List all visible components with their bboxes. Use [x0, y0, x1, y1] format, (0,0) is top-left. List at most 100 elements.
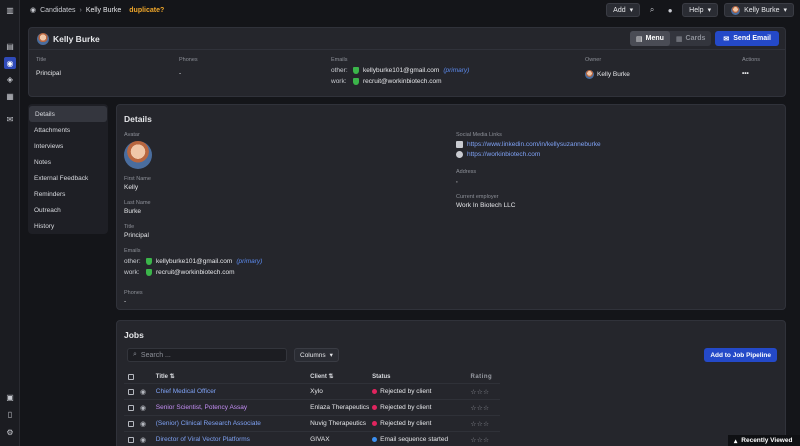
phones-field: Phones -: [124, 290, 143, 305]
reports-icon[interactable]: ▣: [4, 391, 16, 403]
user-name: Kelly Burke: [744, 6, 780, 14]
nav-external-feedback[interactable]: External Feedback: [28, 170, 108, 186]
add-button[interactable]: Add ▾: [606, 3, 641, 17]
email-address[interactable]: kellyburke101@gmail.com: [363, 67, 439, 74]
top-bar: ◉ Candidates › Kelly Burke duplicate? Ad…: [20, 0, 800, 20]
search-icon[interactable]: ⌕: [646, 3, 658, 17]
job-title-link[interactable]: (Senior) Clinical Research Associate: [156, 420, 310, 427]
nav-interviews[interactable]: Interviews: [28, 138, 108, 154]
eye-icon[interactable]: ◉: [140, 436, 150, 444]
rating-stars[interactable]: ☆☆☆: [471, 388, 501, 396]
bell-icon[interactable]: ●: [664, 3, 676, 17]
breadcrumb-candidates[interactable]: Candidates: [40, 7, 75, 14]
nav-attachments[interactable]: Attachments: [28, 122, 108, 138]
eye-icon[interactable]: ◉: [140, 404, 150, 412]
email-kind: other:: [124, 258, 141, 265]
calendar-icon[interactable]: ▦: [4, 90, 16, 102]
title-field: Title Principal: [124, 224, 149, 239]
chevron-down-icon: ▾: [329, 352, 333, 359]
phones-column: Phones -: [179, 57, 198, 77]
avatar-field: Avatar: [124, 132, 152, 169]
docs-icon[interactable]: ▯: [4, 408, 16, 420]
email-row: other: kellyburke101@gmail.com (primary): [124, 258, 262, 265]
chevron-down-icon: ▾: [629, 7, 634, 14]
jobs-search-input[interactable]: ⌕ Search ...: [127, 348, 287, 362]
email-address[interactable]: recruit@workinbiotech.com: [363, 78, 442, 85]
nav-outreach[interactable]: Outreach: [28, 202, 108, 218]
rating-stars[interactable]: ☆☆☆: [471, 404, 501, 412]
last-name-label: Last Name: [124, 200, 151, 206]
recently-viewed-button[interactable]: ▴ Recently Viewed: [728, 435, 800, 446]
details-heading: Details: [124, 114, 152, 124]
row-checkbox[interactable]: [128, 420, 134, 427]
nav-history[interactable]: History: [28, 218, 108, 234]
more-actions-icon[interactable]: •••: [742, 70, 760, 77]
job-title-link[interactable]: Director of Viral Vector Platforms: [156, 436, 310, 443]
verified-shield-icon: [146, 258, 152, 265]
avatar[interactable]: [124, 141, 152, 169]
job-title-link[interactable]: Chief Medical Officer: [156, 388, 310, 395]
job-status[interactable]: Rejected by client: [372, 388, 470, 395]
row-checkbox[interactable]: [128, 388, 134, 395]
columns-label: Columns: [300, 351, 326, 359]
mail-icon[interactable]: ✉: [4, 113, 16, 125]
eye-icon[interactable]: ◉: [140, 420, 150, 428]
help-button[interactable]: Help ▾: [682, 3, 719, 17]
settings-gear-icon[interactable]: ⚙: [4, 426, 16, 438]
phones-label: Phones: [124, 290, 143, 296]
jobs-heading: Jobs: [124, 330, 144, 340]
duplicate-flag[interactable]: duplicate?: [129, 7, 164, 14]
eye-icon[interactable]: ◉: [140, 388, 150, 396]
rating-header: Rating: [470, 373, 493, 380]
nav-details[interactable]: Details: [29, 106, 107, 122]
verified-shield-icon: [353, 67, 359, 74]
email-address[interactable]: kellyburke101@gmail.com: [156, 258, 232, 265]
user-menu[interactable]: Kelly Burke ▾: [724, 3, 794, 17]
send-email-button[interactable]: ✉ Send Email: [715, 31, 779, 46]
actions-label: Actions: [742, 57, 761, 63]
social-label: Social Media Links: [456, 132, 502, 138]
address-value: ,: [456, 177, 458, 184]
linkedin-link[interactable]: https://www.linkedin.com/in/kellysuzanne…: [467, 141, 601, 148]
table-header: Title ⇅ Client ⇅ Status Rating: [124, 370, 500, 384]
job-status[interactable]: Rejected by client: [372, 404, 470, 411]
rating-stars[interactable]: ☆☆☆: [471, 420, 501, 428]
client-header[interactable]: Client ⇅: [310, 373, 372, 380]
jobs-briefcase-icon[interactable]: ▤: [4, 40, 16, 52]
search-icon: ⌕: [133, 351, 137, 358]
add-to-job-pipeline-button[interactable]: Add to Job Pipeline: [704, 348, 777, 362]
globe-icon: [456, 151, 463, 158]
table-row[interactable]: ◉ Director of Viral Vector Platforms GIVAX…: [124, 432, 500, 446]
candidates-icon[interactable]: ◉: [4, 57, 16, 69]
row-checkbox[interactable]: [128, 404, 134, 411]
owner-value[interactable]: Kelly Burke: [585, 70, 630, 79]
phones-value: -: [179, 70, 182, 77]
status-dot-icon: [372, 405, 378, 410]
rating-stars[interactable]: ☆☆☆: [471, 436, 501, 444]
job-client: Xylo: [310, 388, 323, 395]
view-toggle: ▤ Menu ▦ Cards: [630, 31, 712, 46]
table-row[interactable]: ◉ Senior Scientist, Potency Assay Enlaza T…: [124, 400, 500, 416]
job-status[interactable]: Rejected by client: [372, 420, 470, 427]
row-checkbox[interactable]: [128, 436, 134, 443]
columns-button[interactable]: Columns ▾: [294, 348, 339, 362]
title-header[interactable]: Title ⇅: [156, 373, 310, 380]
phones-label: Phones: [179, 57, 198, 63]
cards-view-button[interactable]: ▦ Cards: [670, 31, 711, 46]
mail-icon: ✉: [723, 35, 730, 43]
sidebar-toggle-icon[interactable]: ▥: [4, 4, 16, 16]
select-all-checkbox[interactable]: [128, 373, 134, 380]
job-status[interactable]: Email sequence started: [372, 436, 470, 443]
menu-view-button[interactable]: ▤ Menu: [630, 31, 670, 46]
table-row[interactable]: ◉ Chief Medical Officer Xylo Rejected by cl…: [124, 384, 500, 400]
nav-reminders[interactable]: Reminders: [28, 186, 108, 202]
tag-icon[interactable]: ◈: [4, 73, 16, 85]
social-row: https://www.linkedin.com/in/kellysuzanne…: [456, 141, 601, 148]
nav-notes[interactable]: Notes: [28, 154, 108, 170]
job-title-link[interactable]: Senior Scientist, Potency Assay: [156, 404, 310, 411]
table-row[interactable]: ◉ (Senior) Clinical Research Associate Nuv…: [124, 416, 500, 432]
website-link[interactable]: https://workinbiotech.com: [467, 151, 540, 158]
email-address[interactable]: recruit@workinbiotech.com: [156, 269, 235, 276]
email-row: work: recruit@workinbiotech.com: [331, 78, 469, 85]
email-row: work: recruit@workinbiotech.com: [124, 269, 262, 276]
